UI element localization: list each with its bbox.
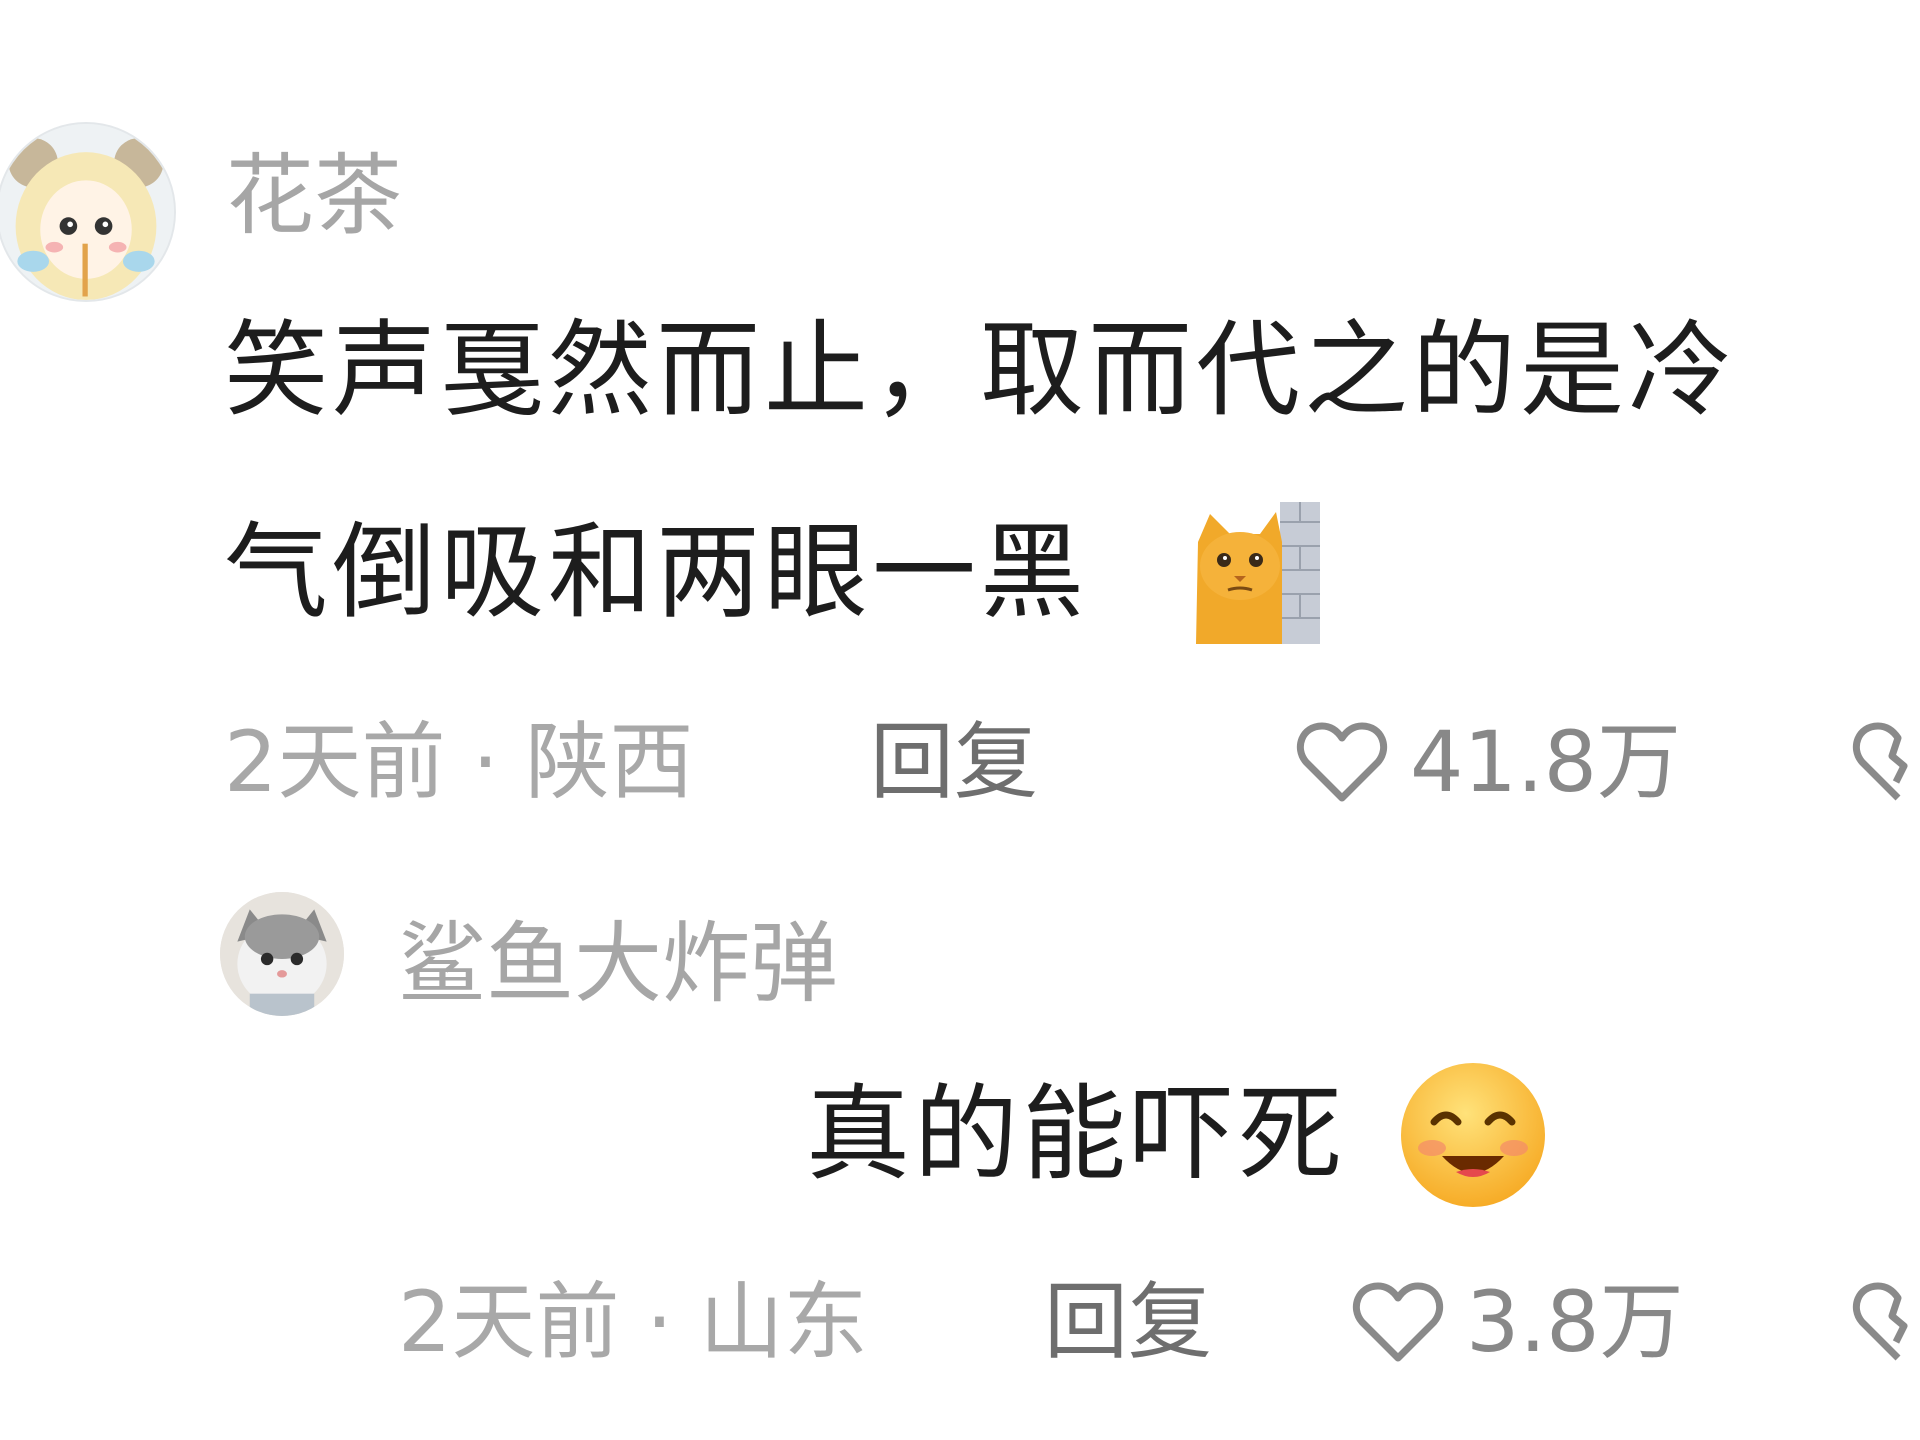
author-avatar[interactable] bbox=[0, 122, 176, 302]
reply-author-name[interactable]: 鲨鱼大炸弹 bbox=[398, 920, 838, 1008]
comment-author-name[interactable]: 花茶 bbox=[226, 152, 402, 240]
heart-outline-icon[interactable] bbox=[1352, 1278, 1444, 1364]
heart-broken-icon[interactable] bbox=[1852, 718, 1920, 804]
like-count: 3.8万 bbox=[1466, 1273, 1684, 1371]
reply-text: 真的能吓死 bbox=[806, 1073, 1347, 1195]
like-count: 41.8万 bbox=[1410, 713, 1682, 811]
reply-button[interactable]: 回复 bbox=[1044, 1280, 1212, 1364]
comment-time-location: 2天前 · 陕西 bbox=[224, 713, 694, 811]
reply-time-location: 2天前 · 山东 bbox=[398, 1273, 868, 1371]
cat-behind-wall-emoji-icon bbox=[1190, 502, 1320, 644]
heart-outline-icon[interactable] bbox=[1296, 718, 1388, 804]
reply-author-avatar[interactable] bbox=[220, 892, 344, 1016]
comment-text-line2: 气倒吸和两眼一黑 bbox=[224, 511, 1089, 633]
reply-button[interactable]: 回复 bbox=[870, 720, 1038, 804]
comment-text-line1: 笑声戛然而止，取而代之的是冷 bbox=[224, 309, 1737, 431]
smiling-face-emoji-icon bbox=[1398, 1060, 1548, 1210]
heart-broken-icon[interactable] bbox=[1852, 1278, 1920, 1364]
